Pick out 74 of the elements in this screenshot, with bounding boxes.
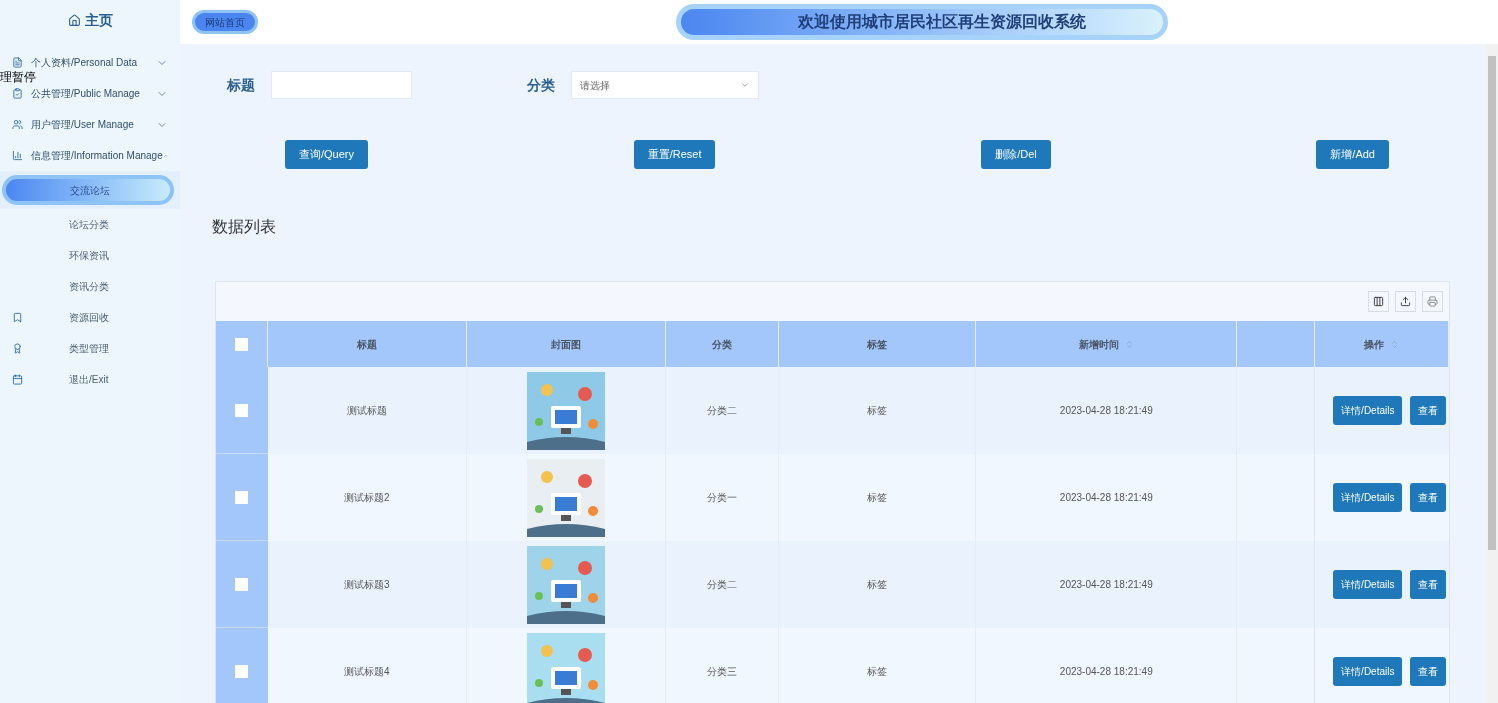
- action-button[interactable]: 新增/Add: [1316, 140, 1389, 169]
- column-header: 新增时间: [1078, 337, 1119, 352]
- field-label: 标题: [226, 75, 255, 95]
- website-home-link[interactable]: 网站首页: [192, 10, 258, 34]
- document-icon: [12, 57, 23, 68]
- submenu-item[interactable]: 环保资讯: [0, 248, 180, 263]
- details-button[interactable]: 详情/Details: [1333, 483, 1403, 512]
- column-header: 分类: [711, 337, 732, 352]
- view-button[interactable]: 查看: [1410, 657, 1447, 686]
- column-header: 操作: [1364, 337, 1385, 352]
- clipboard-icon: [12, 88, 23, 99]
- details-button[interactable]: 详情/Details: [1333, 570, 1403, 599]
- menu-item[interactable]: 类型管理: [0, 333, 180, 364]
- row-checkbox[interactable]: [235, 403, 249, 417]
- details-button[interactable]: 详情/Details: [1333, 657, 1403, 686]
- row-checkbox[interactable]: [235, 577, 249, 591]
- action-button[interactable]: 删除/Del: [981, 140, 1051, 169]
- print-icon[interactable]: [1422, 291, 1443, 312]
- columns-icon[interactable]: [1368, 291, 1389, 312]
- submenu-item[interactable]: 交流论坛: [2, 175, 174, 205]
- calendar-icon: [12, 374, 23, 385]
- system-title: 欢迎使用城市居民社区再生资源回收系统: [676, 4, 1168, 40]
- users-icon: [12, 119, 23, 130]
- home-link[interactable]: 主页: [67, 9, 113, 31]
- menu-item[interactable]: 资源回收: [0, 302, 180, 333]
- bookmark-icon: [12, 312, 23, 323]
- menu-item[interactable]: 退出/Exit: [0, 364, 180, 395]
- view-button[interactable]: 查看: [1410, 483, 1447, 512]
- export-icon[interactable]: [1395, 291, 1416, 312]
- list-title: 数据列表: [212, 217, 277, 237]
- action-button[interactable]: 查询/Query: [285, 140, 368, 169]
- column-header: 标签: [866, 337, 887, 352]
- row-checkbox[interactable]: [235, 490, 249, 504]
- table-cell-text: 标签: [866, 404, 887, 418]
- table-cell-text: 2023-04-28 18:21:49: [1059, 665, 1153, 679]
- dropdown-icon: [740, 80, 750, 90]
- table-cell-text: 测试标题: [346, 404, 387, 418]
- award-icon: [12, 343, 23, 354]
- menu-group[interactable]: 公共管理/Public Manage: [0, 86, 180, 101]
- menu-group[interactable]: 用户管理/User Manage: [0, 117, 180, 132]
- scrollbar[interactable]: [1486, 44, 1498, 703]
- action-button[interactable]: 重置/Reset: [633, 140, 716, 169]
- table-cell-text: 测试标题4: [344, 665, 390, 679]
- chart-icon: [12, 150, 23, 161]
- table-cell-text: 标签: [866, 665, 887, 679]
- field-label: 分类: [526, 75, 555, 95]
- table-cell-text: 测试标题2: [344, 491, 390, 505]
- table-cell-text: 2023-04-28 18:21:49: [1059, 578, 1153, 592]
- table-cell-text: 分类三: [706, 665, 737, 679]
- menu-group[interactable]: 信息管理/Information Manage: [0, 148, 180, 163]
- column-header: 封面图: [550, 337, 581, 352]
- row-checkbox[interactable]: [235, 664, 249, 678]
- table-cell-text: 标签: [866, 578, 887, 592]
- column-header: 标题: [356, 337, 377, 352]
- view-button[interactable]: 查看: [1410, 396, 1447, 425]
- table-cell-text: 标签: [866, 491, 887, 505]
- table-cell-text: 2023-04-28 18:21:49: [1059, 491, 1153, 505]
- sort-icon[interactable]: [1390, 339, 1400, 349]
- menu-group[interactable]: 个人资料/Personal Data: [0, 55, 180, 70]
- table-cell-text: 分类二: [706, 578, 737, 592]
- details-button[interactable]: 详情/Details: [1333, 396, 1403, 425]
- sort-icon[interactable]: [1124, 339, 1134, 349]
- overlay-text: 理暂停: [0, 71, 36, 83]
- home-icon: [67, 13, 81, 27]
- title-input[interactable]: [271, 71, 412, 99]
- table-cell-text: 分类二: [706, 404, 737, 418]
- table-cell-text: 测试标题3: [344, 578, 390, 592]
- table-cell-text: 分类一: [706, 491, 737, 505]
- view-button[interactable]: 查看: [1410, 570, 1447, 599]
- select-all-checkbox[interactable]: [234, 337, 248, 351]
- category-select[interactable]: 请选择: [571, 71, 759, 99]
- table-cell-text: 2023-04-28 18:21:49: [1059, 404, 1153, 418]
- submenu-item[interactable]: 论坛分类: [0, 217, 180, 232]
- submenu-item[interactable]: 资讯分类: [0, 279, 180, 294]
